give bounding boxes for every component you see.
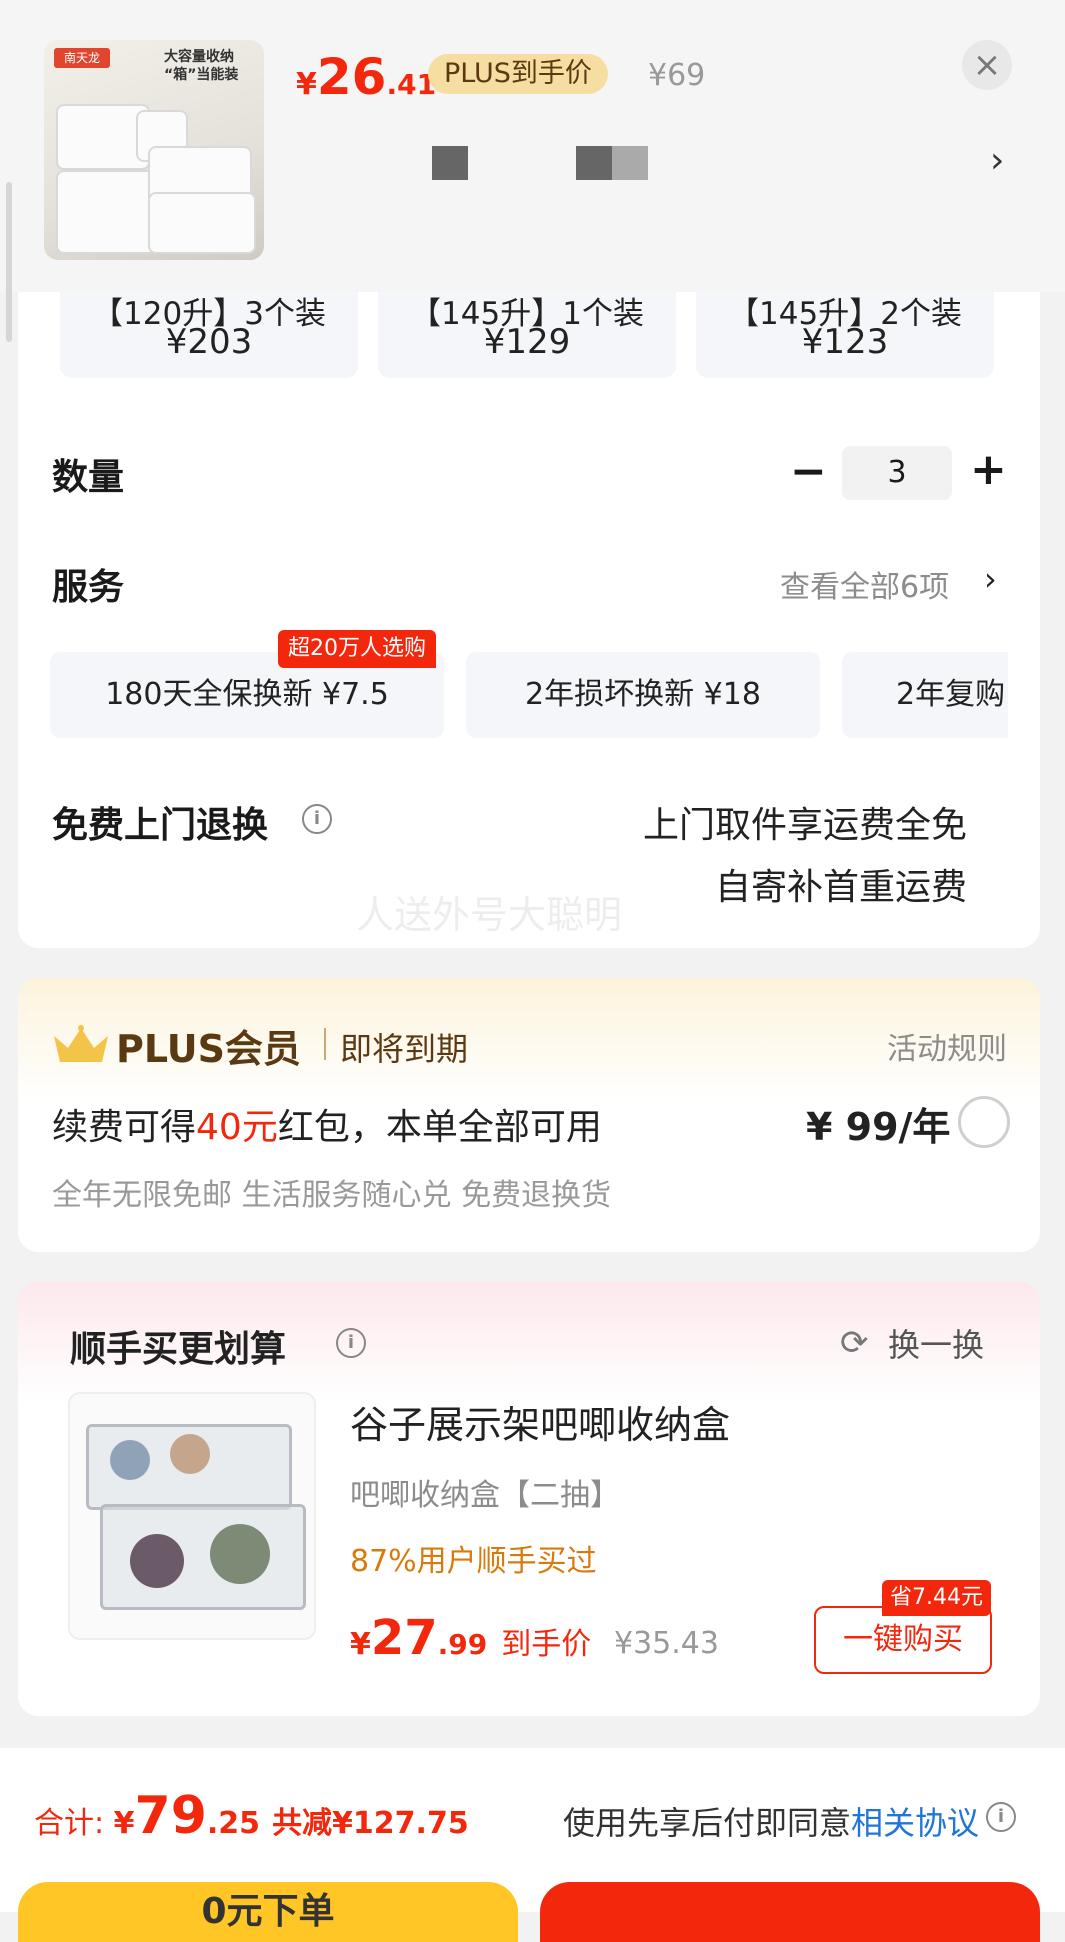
thumbnail-caption: 大容量收纳 “箱”当能装: [164, 49, 239, 83]
plus-price-tag: PLUS到手价: [428, 54, 608, 94]
save-badge: 省7.44元: [882, 1580, 991, 1616]
bundle-product-name[interactable]: 谷子展示架吧唧收纳盒: [350, 1394, 730, 1449]
badge-pin-image: [130, 1534, 184, 1588]
current-price: ¥26.41: [296, 48, 437, 106]
redacted-block: [576, 146, 648, 180]
agreement-text: 使用先享后付即同意相关协议: [562, 1804, 979, 1842]
return-pickup-text: 上门取件享运费全免: [642, 805, 967, 846]
bundle-title: 顺手买更划算: [70, 1329, 287, 1370]
badge-pin-image: [170, 1434, 210, 1474]
view-all-services-link[interactable]: 查看全部6项: [780, 562, 949, 606]
badge-pin-image: [210, 1524, 270, 1584]
storage-box-image: [56, 170, 156, 254]
plus-price: ¥ 99/年: [806, 1105, 951, 1149]
bundle-price: ¥27.99 到手价: [350, 1610, 592, 1666]
plus-benefits: 全年无限免邮 生活服务随心兑 免费退换货: [52, 1178, 612, 1213]
quantity-decrease-button[interactable]: −: [790, 450, 827, 494]
bundle-product-spec: 吧唧收纳盒【二抽】: [350, 1478, 620, 1513]
quantity-increase-button[interactable]: +: [970, 448, 1007, 492]
spec-option[interactable]: 【145升】1个装 ¥129: [378, 292, 676, 378]
spec-price: ¥203: [165, 322, 253, 362]
service-option[interactable]: 2年复购: [842, 652, 1008, 738]
service-label: 服务: [52, 567, 125, 608]
quantity-input[interactable]: 3: [842, 446, 952, 500]
spec-price: ¥123: [801, 322, 889, 362]
close-icon[interactable]: ×: [962, 40, 1012, 90]
chevron-right-icon[interactable]: ›: [984, 560, 997, 598]
refresh-icon[interactable]: ⟳: [840, 1323, 869, 1363]
plus-select-radio[interactable]: [958, 1096, 1010, 1148]
submit-order-button[interactable]: [540, 1882, 1040, 1942]
plus-status: 即将到期: [340, 1030, 469, 1068]
one-click-buy-button[interactable]: 一键购买: [814, 1606, 992, 1674]
service-option[interactable]: 2年损坏换新 ¥18: [466, 652, 820, 738]
zero-yuan-order-button[interactable]: 0元下单: [18, 1882, 518, 1942]
crown-icon: [54, 1025, 108, 1062]
return-self-ship-text: 自寄补首重运费: [714, 867, 967, 908]
plus-renewal-offer: 续费可得40元红包，本单全部可用: [52, 1107, 602, 1148]
swap-button[interactable]: 换一换: [888, 1320, 984, 1366]
plus-member-title: PLUS会员: [116, 1027, 301, 1071]
scrollbar[interactable]: [6, 182, 12, 342]
watermark: 人送外号大聪明: [356, 893, 623, 937]
badge-pin-image: [110, 1440, 150, 1480]
order-total: 合计: ¥79.25 共减¥127.75: [34, 1786, 469, 1846]
chevron-right-icon[interactable]: ›: [990, 140, 1004, 181]
spec-option[interactable]: 【145升】2个装 ¥123: [696, 292, 994, 378]
activity-rules-link[interactable]: 活动规则: [887, 1024, 1007, 1068]
info-icon[interactable]: i: [336, 1328, 366, 1358]
hot-badge: 超20万人选购: [278, 630, 436, 668]
free-return-label: 免费上门退换: [52, 805, 269, 846]
redacted-block: [432, 146, 468, 180]
product-header: 南天龙 大容量收纳 “箱”当能装 ¥26.41 PLUS到手价 ¥69 × ›: [0, 0, 1065, 292]
info-icon[interactable]: i: [986, 1802, 1016, 1832]
brand-logo: 南天龙: [54, 48, 110, 68]
info-icon[interactable]: i: [302, 804, 332, 834]
divider: [324, 1028, 326, 1060]
bundle-bought-rate: 87%用户顺手买过: [350, 1544, 597, 1579]
spec-price: ¥129: [483, 322, 571, 362]
original-price: ¥69: [648, 58, 706, 93]
quantity-label: 数量: [52, 457, 125, 498]
agreement-link[interactable]: 相关协议: [851, 1804, 979, 1842]
bundle-product-image[interactable]: [68, 1392, 316, 1640]
storage-box-image: [148, 192, 256, 254]
product-thumbnail[interactable]: 南天龙 大容量收纳 “箱”当能装: [44, 40, 264, 260]
options-card: [18, 292, 1040, 948]
bundle-original-price: ¥35.43: [614, 1626, 719, 1661]
spec-option[interactable]: 【120升】3个装 ¥203: [60, 292, 358, 378]
